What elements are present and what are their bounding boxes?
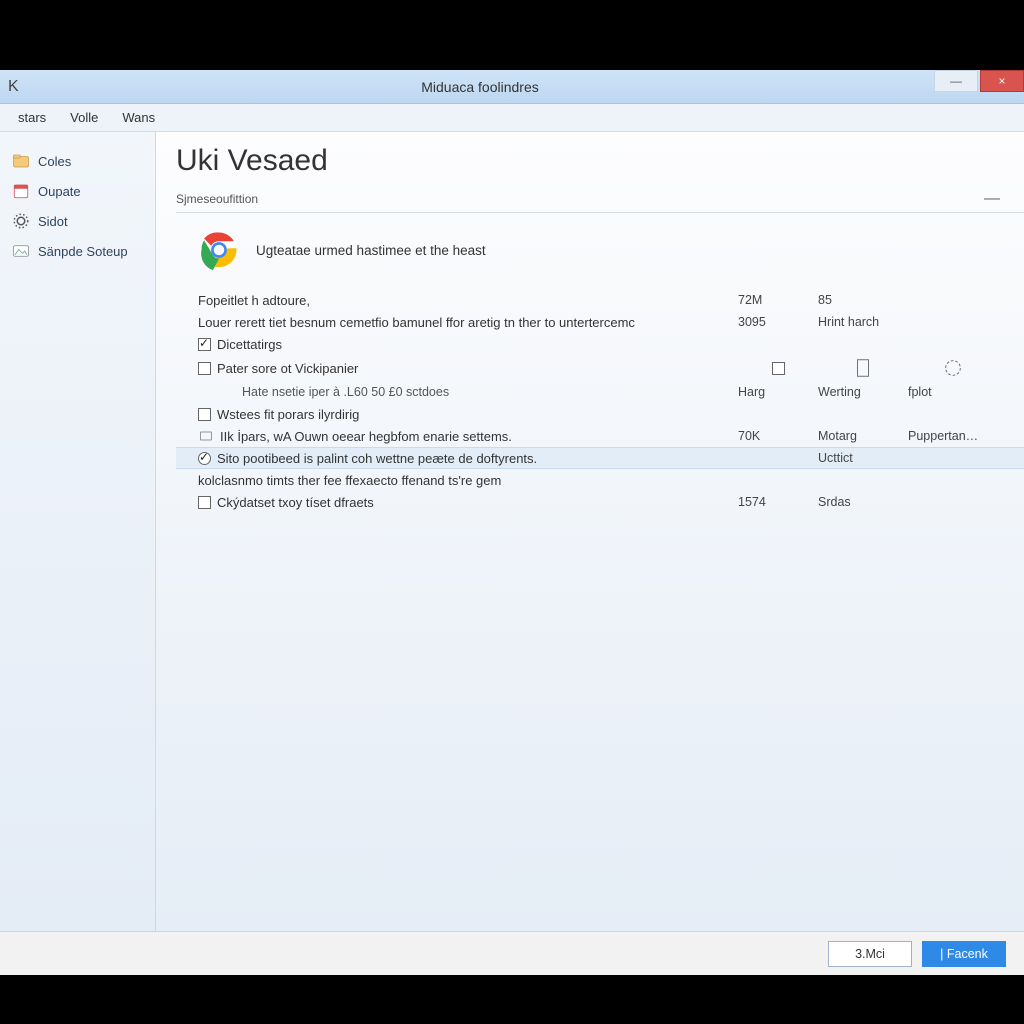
row-col4: Puppertan… (908, 429, 998, 443)
app-window: K Miduaca foolindres — × stars Volle Wan… (0, 70, 1024, 975)
checkbox[interactable] (198, 408, 211, 421)
minimize-button[interactable]: — (934, 70, 978, 92)
icon-caption: Harg (738, 385, 818, 399)
col2-header: 72M (738, 293, 818, 307)
gear-icon[interactable] (942, 357, 964, 379)
titlebar: K Miduaca foolindres — × (0, 70, 1024, 104)
sidebar-item-label: Sänpde Soteup (38, 244, 128, 259)
checkbox[interactable] (198, 362, 211, 375)
row-label: Wstees fit porars ilyrdirig (217, 407, 359, 422)
window-controls: — × (934, 70, 1024, 103)
sidebar-item-sanpde[interactable]: Sänpde Soteup (8, 236, 155, 266)
main-panel: Uki Vesaed Sjmeseoufittion — Ugteatae ur… (156, 132, 1024, 931)
menu-item-volle[interactable]: Volle (58, 106, 110, 129)
row-label: Pater sore ot Vickipanier (217, 361, 358, 376)
list-row-sub: Hate nsetie iper à .L60 50 £0 sctdoes Ha… (176, 381, 1024, 403)
radio[interactable] (198, 452, 211, 465)
folder-icon (12, 152, 30, 170)
row-label: kolclasnmo timts ther fee ffexaecto ffen… (198, 473, 501, 488)
sidebar-item-oupate[interactable]: Oupate (8, 176, 155, 206)
row-label: IIk İpars, wA Ouwn oeear hegbfom enarie … (220, 429, 512, 444)
icon-caption: fplot (908, 385, 998, 399)
sidebar-item-label: Coles (38, 154, 71, 169)
list-row[interactable]: Wstees fit porars ilyrdirig (176, 403, 1024, 425)
sidebar-item-label: Oupate (38, 184, 81, 199)
sidebar-item-coles[interactable]: Coles (8, 146, 155, 176)
subheader-row: Louer rerett tiet besnum cemetfio bamune… (176, 311, 1024, 333)
settings-list: Fopeitlet h adtoure, 72M 85 Louer rerett… (176, 289, 1024, 513)
sidebar-item-sidot[interactable]: Sidot (8, 206, 155, 236)
row-col3: Motarg (818, 429, 908, 443)
gear-icon (12, 212, 30, 230)
close-button[interactable]: × (980, 70, 1024, 92)
app-icon: K (8, 78, 26, 96)
list-row[interactable]: IIk İpars, wA Ouwn oeear hegbfom enarie … (176, 425, 1024, 447)
hero-text: Ugteatae urmed hastimee et the heast (256, 243, 486, 258)
row-label: Dicettatirgs (217, 337, 282, 352)
image-icon (12, 242, 30, 260)
column-header-row: Fopeitlet h adtoure, 72M 85 (176, 289, 1024, 311)
sidebar-item-label: Sidot (38, 214, 68, 229)
row-label: Sito pootibeed is palint coh wettne peæt… (217, 451, 537, 466)
list-row-selected[interactable]: Sito pootibeed is palint coh wettne peæt… (176, 447, 1024, 469)
row-col2: 70K (738, 429, 818, 443)
menu-item-wans[interactable]: Wans (110, 106, 167, 129)
calendar-icon (12, 182, 30, 200)
list-row[interactable]: Dicettatirgs (176, 333, 1024, 355)
collapse-icon[interactable]: — (984, 190, 1006, 208)
col3-header: 85 (818, 293, 908, 307)
row-label: Ckýdatset txoy tíset dfraets (217, 495, 374, 510)
icon-caption: Werting (818, 385, 908, 399)
row-col2: 1574 (738, 495, 818, 509)
row-label: Hate nsetie iper à .L60 50 £0 sctdoes (220, 385, 449, 399)
document-icon[interactable] (852, 357, 874, 379)
row-col3: Ucttict (818, 451, 908, 465)
checkbox[interactable] (198, 338, 211, 351)
section-label: Sjmeseoufittion (176, 192, 258, 206)
row-col3: Srdas (818, 495, 908, 509)
col1-header: Fopeitlet h adtoure, (198, 293, 738, 308)
hero-row: Ugteatae urmed hastimee et the heast (176, 213, 1024, 289)
chrome-logo-icon (198, 229, 240, 271)
list-row: kolclasnmo timts ther fee ffexaecto ffen… (176, 469, 1024, 491)
menu-item-stars[interactable]: stars (6, 106, 58, 129)
subheader-col3: Hrint harch (818, 315, 908, 329)
box-icon[interactable] (772, 362, 785, 375)
window-title: Miduaca foolindres (26, 79, 934, 95)
section-header[interactable]: Sjmeseoufittion — (176, 186, 1024, 213)
subheader-text: Louer rerett tiet besnum cemetfio bamune… (198, 315, 738, 330)
checkbox[interactable] (198, 496, 211, 509)
sidebar: Coles Oupate Sidot Sänpde Soteup (0, 132, 156, 931)
primary-button[interactable]: | Facenk (922, 941, 1006, 967)
list-row[interactable]: Ckýdatset txoy tíset dfraets 1574 Srdas (176, 491, 1024, 513)
list-row[interactable]: Pater sore ot Vickipanier (176, 355, 1024, 381)
menubar: stars Volle Wans (0, 104, 1024, 132)
footer: 3.Mci | Facenk (0, 931, 1024, 975)
package-icon (198, 428, 214, 444)
subheader-col2: 3095 (738, 315, 818, 329)
secondary-button[interactable]: 3.Mci (828, 941, 912, 967)
page-title: Uki Vesaed (176, 144, 1024, 178)
